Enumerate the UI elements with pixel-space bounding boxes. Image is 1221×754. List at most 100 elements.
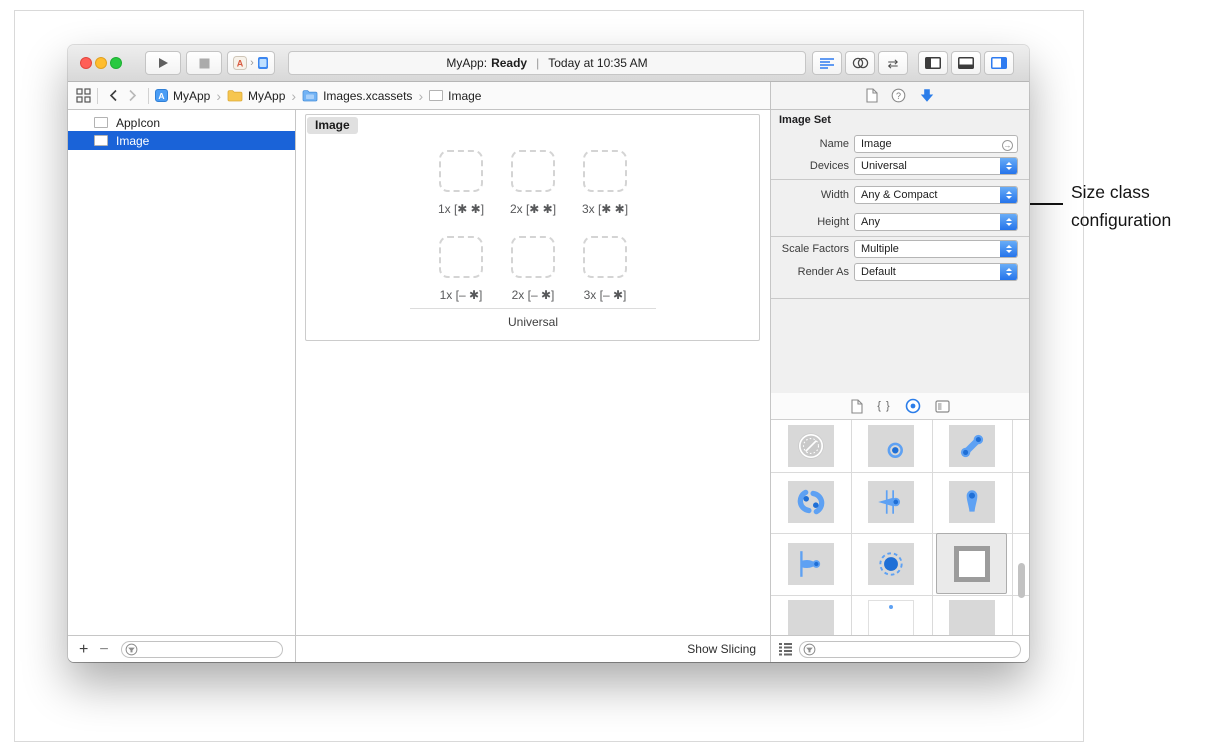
related-items-button[interactable] bbox=[76, 88, 91, 103]
chevron-up-down-icon bbox=[1000, 263, 1017, 281]
library-item[interactable] bbox=[868, 425, 914, 467]
status-state: Ready bbox=[491, 56, 527, 70]
run-button[interactable] bbox=[145, 51, 181, 75]
library-item[interactable] bbox=[788, 600, 834, 635]
back-button[interactable] bbox=[104, 89, 123, 102]
quick-help-icon[interactable]: ? bbox=[891, 88, 906, 103]
library-item[interactable] bbox=[949, 425, 995, 467]
annotation-line-2: configuration bbox=[1071, 206, 1171, 234]
breadcrumb-image-set[interactable]: Image bbox=[429, 89, 481, 103]
breadcrumb-asset-catalog[interactable]: Images.xcassets bbox=[302, 89, 412, 103]
library-item[interactable] bbox=[868, 600, 914, 635]
object-library-grid bbox=[771, 420, 1029, 635]
image-set-icon bbox=[429, 90, 443, 101]
image-well-3x-any-any[interactable] bbox=[583, 150, 627, 192]
scheme-separator: › bbox=[250, 57, 254, 69]
library-item[interactable] bbox=[788, 543, 834, 585]
width-popup[interactable]: Any & Compact bbox=[854, 186, 1018, 204]
asset-list-item-image[interactable]: Image bbox=[68, 131, 295, 150]
breadcrumb-label: MyApp bbox=[248, 89, 285, 103]
close-window-button[interactable] bbox=[80, 57, 92, 69]
image-well-2x-any-any[interactable] bbox=[511, 150, 555, 192]
breadcrumb-project[interactable]: A MyApp bbox=[155, 89, 210, 103]
attributes-inspector-icon[interactable] bbox=[919, 88, 935, 103]
utilities-toggle-button[interactable] bbox=[984, 51, 1014, 75]
status-time: Today at 10:35 AM bbox=[548, 56, 647, 70]
remove-asset-button[interactable]: − bbox=[99, 636, 108, 663]
scale-factors-value: Multiple bbox=[861, 243, 899, 255]
assistant-editor-button[interactable] bbox=[845, 51, 875, 75]
file-inspector-icon[interactable] bbox=[865, 88, 878, 103]
stop-button[interactable] bbox=[186, 51, 222, 75]
jump-bar-divider bbox=[148, 88, 149, 104]
devices-popup-row: Devices Universal bbox=[771, 157, 1029, 175]
library-item[interactable] bbox=[788, 481, 834, 523]
image-well-3x-compact-any[interactable] bbox=[583, 236, 627, 278]
scheme-selector[interactable]: A › bbox=[227, 51, 275, 75]
breadcrumb-separator: › bbox=[291, 88, 296, 104]
list-view-toggle-icon[interactable] bbox=[778, 642, 793, 656]
filter-icon bbox=[125, 643, 138, 656]
library-scrollbar[interactable] bbox=[1018, 563, 1025, 598]
library-item[interactable] bbox=[868, 543, 914, 585]
scale-factors-popup[interactable]: Multiple bbox=[854, 240, 1018, 258]
render-as-popup[interactable]: Default bbox=[854, 263, 1018, 281]
library-filter-field[interactable] bbox=[799, 641, 1021, 658]
image-set-group-box bbox=[305, 114, 760, 341]
image-set-title-badge: Image bbox=[307, 117, 358, 134]
group-label: Universal bbox=[473, 315, 593, 329]
filter-icon bbox=[803, 643, 816, 656]
library-item-selected[interactable] bbox=[936, 533, 1007, 594]
asset-list-sidebar: AppIcon Image bbox=[68, 110, 295, 635]
breadcrumb-label: Image bbox=[448, 89, 481, 103]
project-icon: A bbox=[155, 89, 168, 102]
navigator-toggle-button[interactable] bbox=[918, 51, 948, 75]
image-well-2x-compact-any[interactable] bbox=[511, 236, 555, 278]
debug-area-toggle-button[interactable] bbox=[951, 51, 981, 75]
stop-icon bbox=[199, 58, 210, 69]
devices-popup[interactable]: Universal bbox=[854, 157, 1018, 175]
swipe-gesture-icon bbox=[875, 486, 907, 518]
standard-editor-button[interactable] bbox=[812, 51, 842, 75]
file-template-library-icon[interactable] bbox=[850, 399, 863, 414]
jump-arrow-icon[interactable]: → bbox=[1002, 140, 1013, 151]
image-well-1x-compact-any[interactable] bbox=[439, 236, 483, 278]
render-as-value: Default bbox=[861, 266, 896, 278]
field-label: Devices bbox=[739, 157, 849, 175]
width-popup-row: Width Any & Compact bbox=[771, 186, 1029, 204]
add-asset-button[interactable]: + bbox=[79, 636, 88, 663]
field-label: Width bbox=[739, 186, 849, 204]
library-item[interactable] bbox=[868, 481, 914, 523]
version-editor-button[interactable]: ⇄ bbox=[878, 51, 908, 75]
debug-area-panel-icon bbox=[958, 57, 974, 69]
activity-viewer: MyApp: Ready | Today at 10:35 AM bbox=[288, 51, 806, 75]
field-label: Scale Factors bbox=[739, 240, 849, 258]
library-item[interactable] bbox=[949, 600, 995, 635]
inspector-separator bbox=[771, 179, 1029, 180]
scale-factors-popup-row: Scale Factors Multiple bbox=[771, 240, 1029, 258]
toolbar: A › MyApp: Ready | Today at 10:35 AM ⇄ bbox=[68, 45, 1029, 82]
media-library-icon[interactable] bbox=[935, 400, 950, 413]
breadcrumb-group[interactable]: MyApp bbox=[227, 89, 285, 103]
code-snippet-library-icon[interactable]: { } bbox=[877, 400, 890, 412]
utilities-panel: Image Set Name Image → Devices Universal… bbox=[771, 110, 1029, 635]
library-item[interactable] bbox=[949, 481, 995, 523]
screenshot-stage: A › MyApp: Ready | Today at 10:35 AM ⇄ bbox=[0, 0, 1221, 754]
library-item[interactable] bbox=[788, 425, 834, 467]
image-well-1x-any-any[interactable] bbox=[439, 150, 483, 192]
grid-line bbox=[1012, 420, 1013, 635]
edge-pan-gesture-icon bbox=[795, 548, 827, 580]
asset-list-item-appicon[interactable]: AppIcon bbox=[68, 113, 295, 132]
minimize-window-button[interactable] bbox=[95, 57, 107, 69]
show-slicing-button[interactable]: Show Slicing bbox=[687, 642, 756, 656]
forward-button[interactable] bbox=[123, 89, 142, 102]
height-popup[interactable]: Any bbox=[854, 213, 1018, 231]
library-bottom-bar bbox=[771, 635, 1029, 662]
well-label: 3x [✱ ✱] bbox=[563, 202, 647, 216]
standard-editor-icon bbox=[819, 57, 835, 70]
sidebar-filter-field[interactable] bbox=[121, 641, 283, 658]
inspector-section-title: Image Set bbox=[779, 114, 831, 126]
zoom-window-button[interactable] bbox=[110, 57, 122, 69]
object-library-icon[interactable] bbox=[905, 398, 921, 414]
name-field[interactable]: Image → bbox=[854, 135, 1018, 153]
